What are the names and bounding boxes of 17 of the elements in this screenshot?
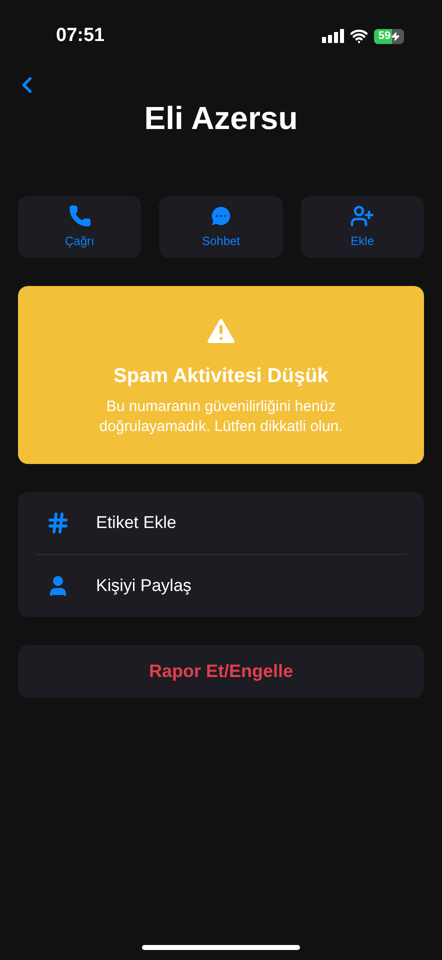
contact-name: Eli Azersu (143, 99, 299, 138)
battery-icon: 59 (374, 28, 404, 44)
wifi-icon (350, 27, 368, 45)
chat-bubble-icon (208, 204, 233, 228)
phone-icon (68, 204, 92, 228)
option-row[interactable]: Kişiyi Paylaş (36, 555, 406, 617)
action-button[interactable]: Ekle (300, 196, 424, 258)
add-person-icon (350, 204, 374, 228)
warning-message: Bu numaranın güvenilirliğini henüz doğrulayamadık. Lütfen dikkatli olun. (98, 397, 344, 437)
signal-icon (322, 29, 344, 43)
warning-title: Spam Aktivitesi Düşük (114, 364, 328, 389)
action-button[interactable]: Sohbet (159, 196, 283, 258)
clock: 07:51 (56, 24, 105, 48)
option-row[interactable]: Etiket Ekle (36, 492, 406, 554)
hashtag-icon (46, 511, 70, 535)
action-button[interactable]: Çağrı (18, 196, 142, 258)
report-button[interactable]: Rapor Et/Engelle (18, 645, 424, 698)
